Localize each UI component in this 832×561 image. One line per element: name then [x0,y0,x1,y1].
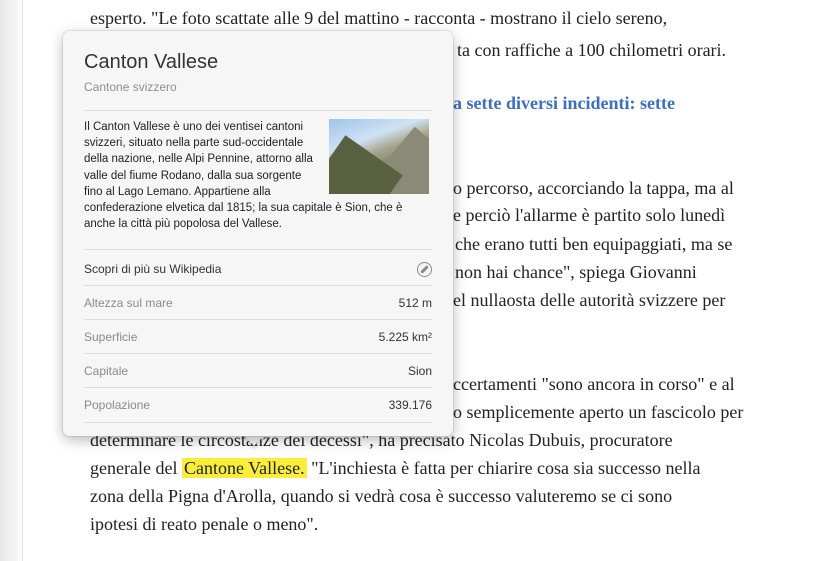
article-line: ccertamenti "sono ancora in corso" e al [453,374,735,394]
article-line-generale: generale del Cantone Vallese. "L'inchies… [90,458,701,479]
valley-photo [329,119,429,194]
wikipedia-link-label: Scopri di più su Wikipedia [84,262,222,276]
article-text-span: "L'inchiesta è fatta per chiarire cosa s… [311,458,701,478]
article-text-span: generale del [90,458,178,478]
window-left-edge [0,0,23,561]
popover-description-block: Il Canton Vallese è uno dei ventisei can… [84,119,429,232]
article-line: ipotesi di reato penale o meno". [90,514,319,534]
divider [84,110,432,111]
fact-value: 339.176 [388,398,432,412]
lookup-popover: Canton Vallese Cantone svizzero Il Canto… [63,31,453,436]
fact-label: Superficie [84,330,138,344]
wikipedia-link[interactable]: Scopri di più su Wikipedia [84,252,432,286]
article-line: o percorso, accorciando la tappa, ma al [453,178,734,198]
article-line: e perciò l'allarme è partito solo lunedì [453,205,726,225]
fact-label: Capitale [84,364,129,378]
divider [84,249,432,250]
article-line: zona della Pigna d'Arolla, quando si ved… [90,486,673,506]
fact-value: 512 m [398,296,432,310]
fact-row: Popolazione 339.176 [84,388,432,422]
popover-subtitle: Cantone svizzero [84,80,177,94]
article-line: che erano tutti ben equipaggiati, ma se [455,234,733,254]
fact-row: Superficie 5.225 km² [84,320,432,354]
divider [84,422,432,423]
fact-value: Sion [407,364,432,378]
highlighted-term[interactable]: Cantone Vallese. [181,458,307,478]
popover-title: Canton Vallese [84,51,219,73]
fact-row: Capitale Sion [84,354,432,388]
article-subheading: a sette diversi incidenti: sette [453,93,675,113]
compass-icon [417,261,432,277]
fact-label: Popolazione [84,398,151,412]
fact-label: Altezza sul mare [84,296,173,310]
fact-row: Altezza sul mare 512 m [84,286,432,320]
article-line: o semplicemente aperto un fascicolo per [453,402,744,422]
article-line: ta con raffiche a 100 chilometri orari. [457,40,727,60]
article-line: esperto. "Le foto scattate alle 9 del ma… [90,8,668,28]
fact-value: 5.225 km² [378,330,432,344]
article-line: non hai chance", spiega Giovanni [455,262,697,282]
article-line: el nullaosta delle autorità svizzere per [453,290,726,310]
